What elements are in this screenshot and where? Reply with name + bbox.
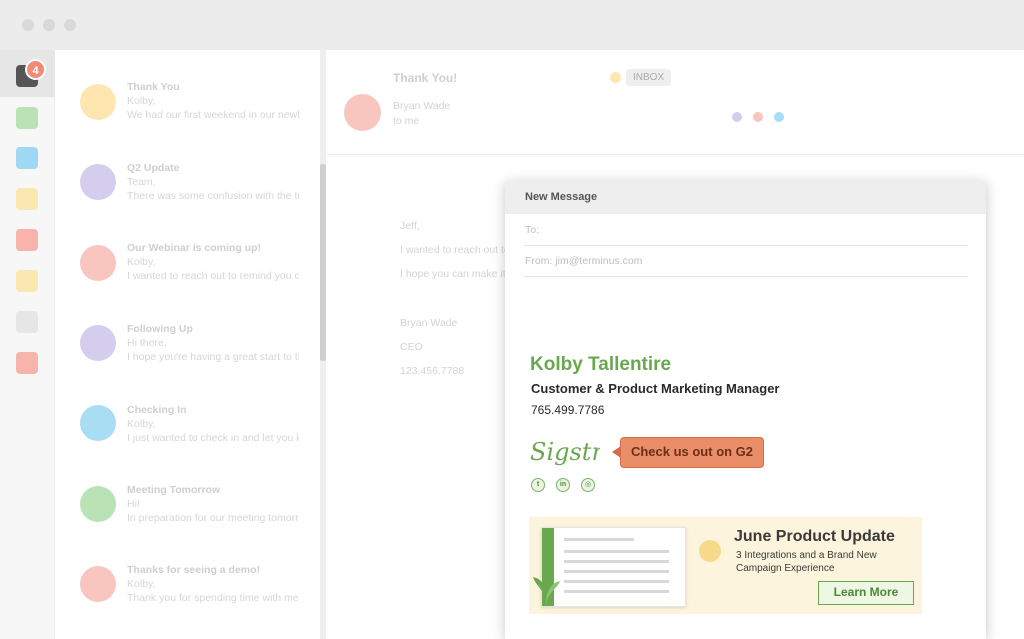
action-dot-blue-icon[interactable] xyxy=(774,112,784,122)
message-preview: I just wanted to check in and let you k xyxy=(127,432,299,444)
message-subject: Meeting Tomorrow xyxy=(127,484,221,496)
product-screenshot-row xyxy=(564,590,669,593)
window-close-dot[interactable] xyxy=(22,19,34,31)
banner-subtitle: 3 Integrations and a Brand New xyxy=(736,550,877,561)
message-preview: Thank you for spending time with me xyxy=(127,592,299,604)
rail-folder-blue-icon[interactable] xyxy=(16,147,38,169)
linkedin-icon[interactable]: in xyxy=(556,478,570,492)
list-item[interactable]: Meeting Tomorrow Hi! In preparation for … xyxy=(56,467,324,547)
message-greeting: Kolby, xyxy=(127,578,156,590)
signature-phone: 765.499.7786 xyxy=(531,403,605,417)
avatar xyxy=(80,84,116,120)
message-greeting: Kolby, xyxy=(127,256,156,268)
avatar xyxy=(80,245,116,281)
message-subject: Thank You xyxy=(127,81,180,93)
product-screenshot-row xyxy=(564,560,669,563)
sigstr-logo-text: Sigstr xyxy=(530,438,600,466)
from-field[interactable]: From: jim@terminus.com xyxy=(524,247,968,277)
reader-body-line: I hope you can make it! xyxy=(400,268,509,280)
message-subject: Checking In xyxy=(127,404,187,416)
product-screenshot-row xyxy=(564,538,634,541)
twitter-icon[interactable]: t xyxy=(531,478,545,492)
list-scrollbar-thumb[interactable] xyxy=(320,164,326,361)
reader-body-line: Bryan Wade xyxy=(400,317,458,329)
inbox-label[interactable]: INBOX xyxy=(626,69,672,86)
signature-title: Customer & Product Marketing Manager xyxy=(531,381,780,396)
list-item[interactable]: Thank You Kolby, We had our first weeken… xyxy=(56,62,324,142)
to-field-placeholder: To: xyxy=(525,224,540,236)
rail-folder-green-icon[interactable] xyxy=(16,107,38,129)
message-preview: There was some confusion with the ti xyxy=(127,190,299,202)
banner-title: June Product Update xyxy=(734,528,895,545)
sigstr-logo: Sigstr xyxy=(530,438,600,466)
unread-badge: 4 xyxy=(25,59,46,80)
message-subject: Thanks for seeing a demo! xyxy=(127,564,261,576)
reader-divider xyxy=(327,154,1024,155)
reader-body-line: 123.456.7788 xyxy=(400,365,465,377)
learn-more-button[interactable]: Learn More xyxy=(818,581,914,605)
product-screenshot-row xyxy=(564,550,669,553)
message-greeting: Kolby, xyxy=(127,95,156,107)
window-titlebar xyxy=(0,0,1024,50)
list-item[interactable]: Thanks for seeing a demo! Kolby, Thank y… xyxy=(56,548,324,628)
action-dot-purple-icon[interactable] xyxy=(732,112,742,122)
product-screenshot-row xyxy=(564,570,669,573)
reader-subject: Thank You! xyxy=(393,71,458,85)
rail-folder-red-icon[interactable] xyxy=(16,229,38,251)
avatar xyxy=(80,486,116,522)
product-screenshot-row xyxy=(564,580,669,583)
action-dot-red-icon[interactable] xyxy=(753,112,763,122)
to-field[interactable]: To: xyxy=(524,216,968,246)
from-field-value: From: jim@terminus.com xyxy=(525,255,643,267)
avatar xyxy=(80,566,116,602)
message-greeting: Kolby, xyxy=(127,418,156,430)
reader-body-line: Jeff, xyxy=(400,220,420,232)
window-minimize-dot[interactable] xyxy=(43,19,55,31)
message-greeting: Team, xyxy=(127,176,156,188)
message-greeting: Hi! xyxy=(127,498,140,510)
message-preview: We had our first weekend in our newly xyxy=(127,109,299,121)
rail-folder-yellow-icon[interactable] xyxy=(16,188,38,210)
signature-banner[interactable]: June Product Update 3 Integrations and a… xyxy=(529,517,922,614)
product-screenshot-illustration xyxy=(541,527,686,607)
compose-header: New Message xyxy=(505,181,986,214)
message-subject: Q2 Update xyxy=(127,162,180,174)
signature-name: Kolby Tallentire xyxy=(530,354,672,375)
list-item[interactable]: Our Webinar is coming up! Kolby, I wante… xyxy=(56,224,324,304)
avatar xyxy=(80,405,116,441)
sun-illustration xyxy=(699,540,721,562)
app-rail: 4 xyxy=(0,50,55,639)
reader-to: to me xyxy=(393,115,420,127)
rail-folder-red2-icon[interactable] xyxy=(16,352,38,374)
message-preview: In preparation for our meeting tomorr xyxy=(127,512,299,524)
sender-avatar xyxy=(344,94,381,131)
message-subject: Following Up xyxy=(127,323,193,335)
banner-subtitle: Campaign Experience xyxy=(736,563,835,574)
list-item[interactable]: Q2 Update Team, There was some confusion… xyxy=(56,143,324,223)
reader-body-line: CEO xyxy=(400,341,423,353)
list-item[interactable]: Following Up Hi there, I hope you're hav… xyxy=(56,305,324,385)
rail-folder-gray-icon[interactable] xyxy=(16,311,38,333)
compose-title: New Message xyxy=(525,191,598,203)
avatar xyxy=(80,164,116,200)
instagram-icon[interactable]: ◎ xyxy=(581,478,595,492)
message-preview: I wanted to reach out to remind you o xyxy=(127,270,299,282)
message-list: Thank You Kolby, We had our first weeken… xyxy=(56,50,324,639)
reader-body-line: I wanted to reach out to xyxy=(400,244,510,256)
leaf-icon xyxy=(533,577,560,605)
avatar xyxy=(80,325,116,361)
g2-review-button[interactable]: Check us out on G2 xyxy=(620,437,764,468)
message-preview: I hope you're having a great start to th xyxy=(127,351,299,363)
rail-folder-yellow2-icon[interactable] xyxy=(16,270,38,292)
list-item[interactable]: Checking In Kolby, I just wanted to chec… xyxy=(56,386,324,466)
flag-icon[interactable] xyxy=(610,72,621,83)
reader-from: Bryan Wade xyxy=(393,100,451,112)
window-maximize-dot[interactable] xyxy=(64,19,76,31)
message-greeting: Hi there, xyxy=(127,337,167,349)
message-subject: Our Webinar is coming up! xyxy=(127,242,261,254)
